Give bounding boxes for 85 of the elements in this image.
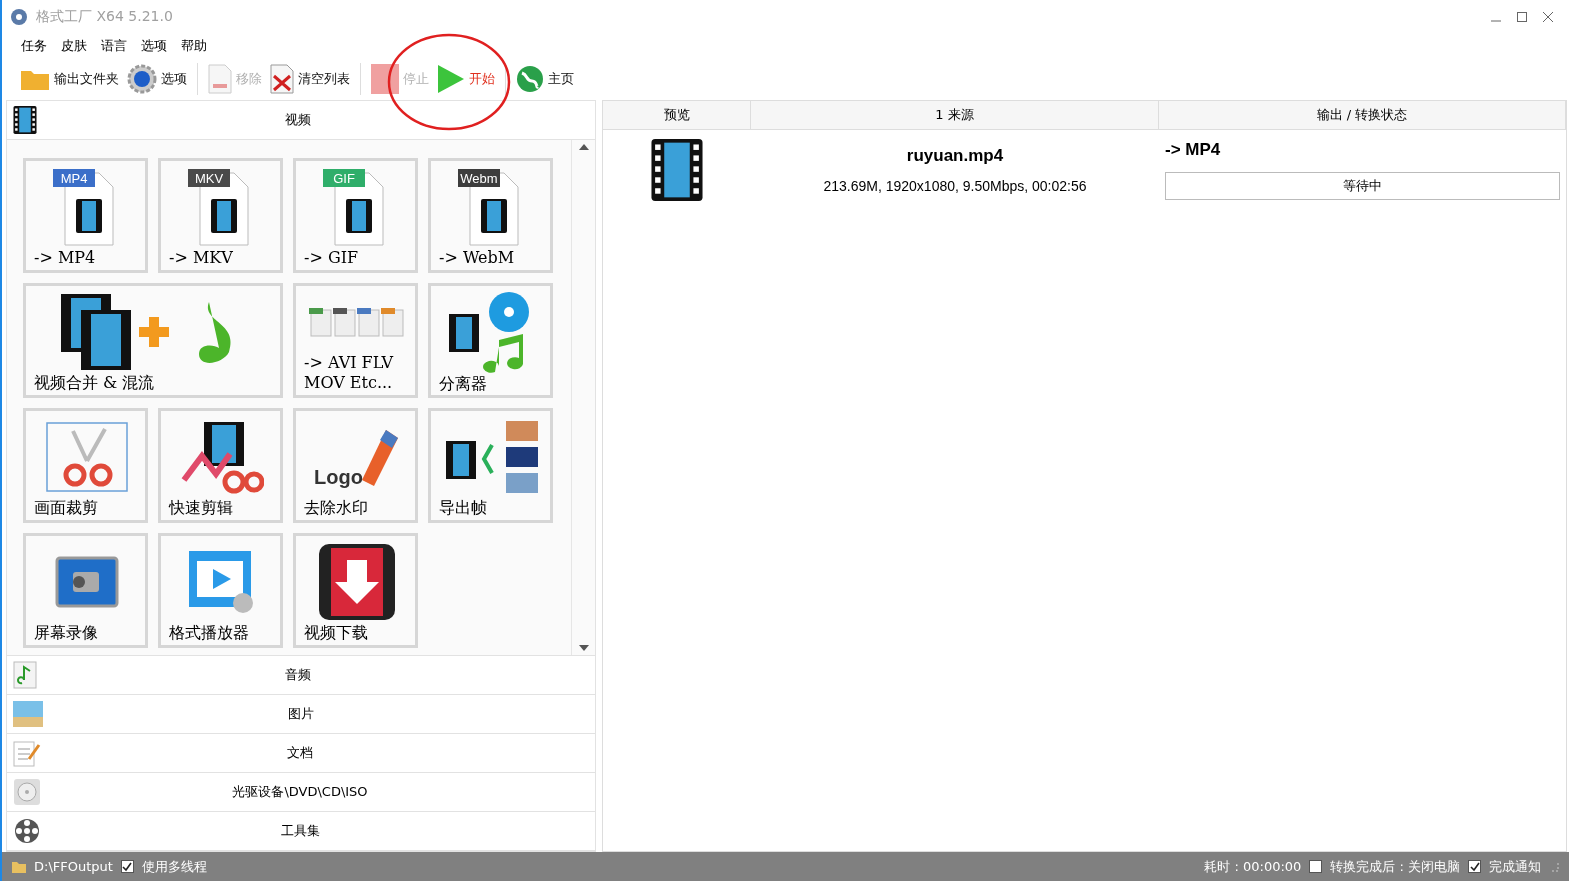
resize-grip-icon [1549,861,1559,872]
tool-tile[interactable]: GIF -> GIF [293,158,418,273]
format-label: Webm [459,170,498,186]
download-film-icon [316,541,397,622]
tile-label: 导出帧 [439,498,488,518]
music-note-icon [13,661,37,689]
tool-tile[interactable]: -> AVI FLV MOV Etc... [293,283,418,398]
scroll-down-icon[interactable] [578,645,589,651]
tool-tile[interactable]: MKV -> MKV [158,158,283,273]
tile-label: 快速剪辑 [169,498,234,518]
folder-icon [12,860,26,873]
toolbar-button[interactable]: 清空列表 [266,62,354,96]
tile-label: 去除水印 [304,498,369,518]
menu-item[interactable]: 皮肤 [54,37,94,55]
scroll-up-icon[interactable] [578,144,589,150]
film-reel-icon [13,817,41,845]
maximize-icon[interactable] [1517,12,1527,22]
document-cross-icon [270,64,294,94]
tile-label: -> MP4 [34,248,97,268]
tool-tile[interactable]: MP4 -> MP4 [23,158,148,273]
film-scissors-icon [179,419,264,494]
status-field: 等待中 [1165,172,1560,200]
document-pen-icon [13,739,41,767]
app-logo-icon [10,8,28,26]
column-header[interactable]: 预览 [603,101,751,129]
tile-label: 视频合并 & 混流 [34,373,156,393]
menu-item[interactable]: 语言 [94,37,134,55]
tool-tile[interactable]: 分离器 [428,283,553,398]
elapsed-time: 耗时 : 00:00:00 [1204,857,1302,876]
tool-tile[interactable]: 导出帧 [428,408,553,523]
video-thumbnail-icon [648,139,706,201]
toolbar-button[interactable]: 开始 [433,62,499,96]
tool-tile[interactable]: 视频下载 [293,533,418,648]
settings-icon [127,64,157,94]
disc-drive-icon [13,778,41,806]
output-path: D:\FFOutput [34,859,113,874]
logo-text: Logo [313,465,363,488]
checkbox-label: 使用多线程 [141,857,208,876]
tile-label: -> AVI FLV MOV Etc... [304,353,395,393]
toolbar-button[interactable]: 主页 [512,62,578,96]
output-format: -> MP4 [1165,140,1221,160]
checkbox-label: 完成通知 [1489,857,1541,876]
checkbox-label: 转换完成后 : 关闭电脑 [1330,857,1460,876]
tile-label: 视频下载 [304,623,369,643]
menu-item[interactable]: 帮助 [174,37,214,55]
format-label: MP4 [60,170,87,186]
menu-item[interactable]: 任务 [14,37,54,55]
tile-label: -> MKV [169,248,234,268]
menu-item[interactable]: 选项 [134,37,174,55]
tool-tile[interactable]: 快速剪辑 [158,408,283,523]
tool-tile[interactable]: 屏幕录像 [23,533,148,648]
landscape-image-icon [13,701,43,727]
column-header[interactable]: 输出 / 转换状态 [1159,101,1566,129]
toolbar-button[interactable]: 输出文件夹 [16,62,123,96]
close-icon[interactable] [1543,12,1553,22]
toolbar-button[interactable]: 选项 [123,62,191,96]
window-title: 格式工厂 X64 5.21.0 [36,8,174,26]
tile-label: 画面裁剪 [34,498,99,518]
crop-scissors-icon [44,420,129,493]
tile-label: 格式播放器 [169,623,250,643]
tool-tile[interactable]: Webm -> WebM [428,158,553,273]
tool-tile[interactable]: 视频合并 & 混流 [23,283,283,398]
format-label: MKV [194,170,223,186]
document-minus-icon [208,64,232,94]
tile-label: 屏幕录像 [34,623,99,643]
file-info: 213.69M, 1920x1080, 9.50Mbps, 00:02:56 [823,178,1087,194]
tile-label: 分离器 [439,374,488,394]
checkbox[interactable] [120,860,134,873]
format-files-icon [308,305,405,338]
globe-icon [516,65,544,93]
film-frames-icon [443,418,540,495]
play-icon [437,64,465,94]
eraser-icon [361,429,398,486]
checkbox[interactable] [1309,860,1323,873]
tool-tile[interactable]: 格式播放器 [158,533,283,648]
tile-label: -> WebM [439,248,516,268]
tool-tile[interactable]: Logo 去除水印 [293,408,418,523]
checkbox[interactable] [1468,860,1481,873]
tool-tile[interactable]: 画面裁剪 [23,408,148,523]
stop-square-icon [371,64,399,94]
file-name: ruyuan.mp4 [906,146,1004,166]
tile-label: -> GIF [304,248,360,268]
film-strip-icon [13,106,37,134]
format-label: GIF [332,170,355,186]
column-header[interactable]: 1 来源 [751,101,1159,129]
